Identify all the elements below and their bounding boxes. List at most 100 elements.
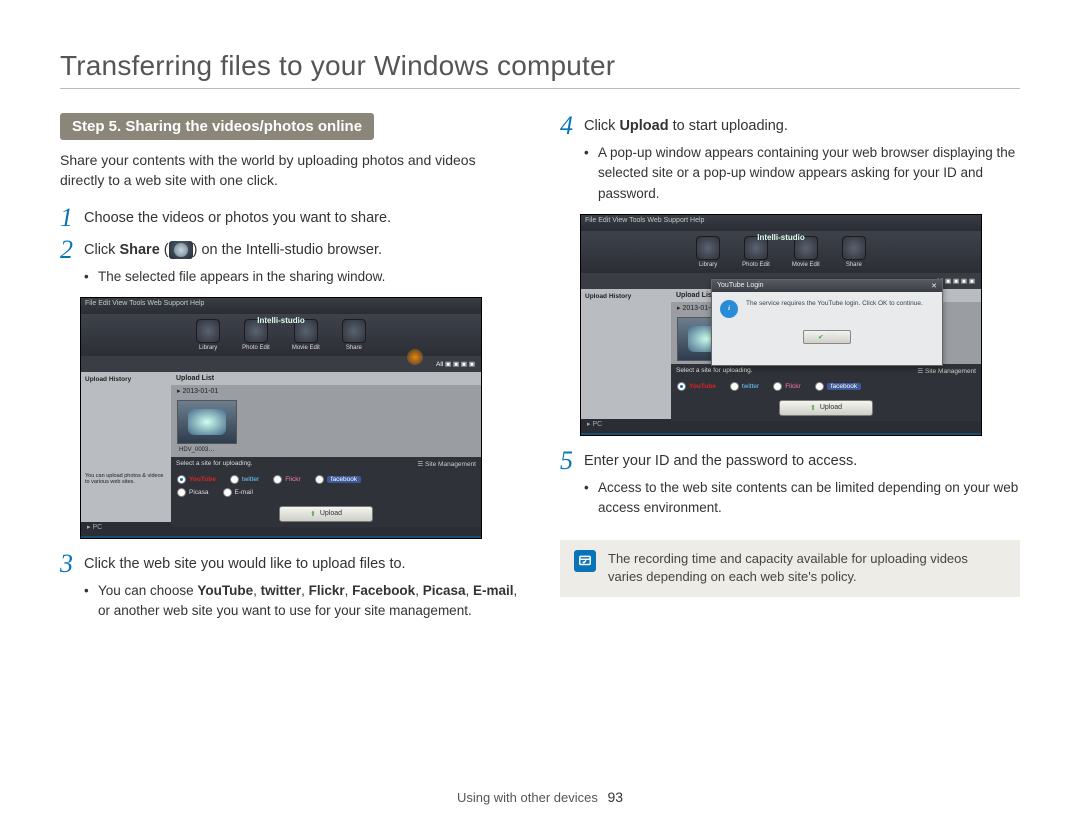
ss-left-pane: Upload History You can upload photos & v… bbox=[81, 372, 171, 522]
step-5: 5 Enter your ID and the password to acce… bbox=[560, 448, 1020, 474]
bullet-text: A pop-up window appears containing your … bbox=[598, 143, 1020, 204]
ss-bottom-tabs: ▣ Thumbnail ▶ Slide Show bbox=[581, 433, 981, 436]
bullet: Access to the web site contents can be l… bbox=[584, 478, 1020, 519]
bullet-text: Access to the web site contents can be l… bbox=[598, 478, 1020, 519]
screenshot-sharing-window: File Edit View Tools Web Support Help In… bbox=[80, 297, 482, 539]
ss-thumb-label: HDV_0003… bbox=[171, 447, 481, 457]
close-icon: ✕ bbox=[931, 282, 937, 290]
step-text: Click Upload to start uploading. bbox=[584, 113, 1020, 139]
ss-tool-share: Share bbox=[842, 236, 866, 268]
ss-tool-library: Library bbox=[196, 319, 220, 351]
note-box: The recording time and capacity availabl… bbox=[560, 540, 1020, 596]
section-heading: Step 5. Sharing the videos/photos online bbox=[60, 113, 374, 140]
step-4: 4 Click Upload to start uploading. bbox=[560, 113, 1020, 139]
text-fragment: ( bbox=[160, 242, 169, 258]
ss-app-title: Intelli-studio bbox=[257, 316, 305, 325]
info-icon: i bbox=[720, 300, 738, 318]
ss-menu-bar: File Edit View Tools Web Support Help bbox=[581, 215, 981, 231]
text-fragment: ) on the Intelli-studio browser. bbox=[193, 242, 382, 258]
upload-arrow-icon: ⬆ bbox=[310, 510, 316, 518]
ss-site-mgmt: ☰ Site Management bbox=[417, 460, 476, 468]
ss-site-email: E-mail bbox=[223, 488, 253, 497]
ss-left-hint: You can upload photos & videosto various… bbox=[85, 473, 167, 486]
ss-site-flickr: Flickr bbox=[273, 475, 301, 484]
ss-site-mgmt: ☰ Site Management bbox=[917, 367, 976, 375]
ss-main-pane: Upload List ▸ 2013-01-01 HDV_0003… Selec… bbox=[171, 372, 481, 522]
two-column-layout: Step 5. Sharing the videos/photos online… bbox=[60, 107, 1020, 631]
ss-site-prompt: Select a site for uploading. bbox=[676, 367, 753, 374]
ss-site-prompt-row: Select a site for uploading. ☰ Site Mana… bbox=[671, 364, 981, 378]
step-number: 5 bbox=[560, 448, 584, 474]
note-icon bbox=[574, 550, 596, 572]
ss-toolbar: Intelli-studio Library Photo Edit Movie … bbox=[581, 231, 981, 273]
ss-site-flickr: Flickr bbox=[773, 382, 801, 391]
ss-popup-title-text: YouTube Login bbox=[717, 282, 764, 290]
ss-site-youtube: YouTube bbox=[177, 475, 216, 484]
ss-left-pane-title: Upload History bbox=[585, 293, 667, 300]
ss-popup-ok-button: ✔OK bbox=[803, 330, 851, 344]
bullet-text: The selected file appears in the sharing… bbox=[98, 267, 385, 287]
step-2: 2 Click Share ( ) on the Intelli-studio b… bbox=[60, 237, 520, 263]
ss-tool-library: Library bbox=[696, 236, 720, 268]
ss-site-list: YouTube twitter Flickr facebook bbox=[171, 471, 481, 488]
page-footer: Using with other devices 93 bbox=[0, 789, 1080, 805]
ss-upload-button: ⬆Upload bbox=[779, 400, 873, 416]
globe-share-icon bbox=[842, 236, 866, 260]
ss-body: Upload History You can upload photos & v… bbox=[81, 372, 481, 522]
left-column: Step 5. Sharing the videos/photos online… bbox=[60, 107, 520, 631]
step-text: Enter your ID and the password to access… bbox=[584, 448, 1020, 474]
upload-arrow-icon: ⬆ bbox=[810, 404, 816, 412]
step-1: 1 Choose the videos or photos you want t… bbox=[60, 205, 520, 231]
manual-page: Transferring files to your Windows compu… bbox=[0, 0, 1080, 825]
ss-pc-row: ▸ PC bbox=[581, 419, 981, 433]
ss-toolbar: Intelli-studio Library Photo Edit Movie … bbox=[81, 314, 481, 356]
footer-section-label: Using with other devices bbox=[457, 790, 598, 805]
step-2-sub: The selected file appears in the sharing… bbox=[84, 267, 520, 287]
library-icon bbox=[696, 236, 720, 260]
ss-site-twitter: twitter bbox=[730, 382, 759, 391]
screenshot-login-popup: File Edit View Tools Web Support Help In… bbox=[580, 214, 982, 436]
ss-date-group: ▸ 2013-01-01 bbox=[171, 385, 481, 397]
share-label: Share bbox=[119, 242, 159, 258]
ss-left-pane-title: Upload History bbox=[85, 376, 167, 383]
ss-upload-row: ⬆Upload bbox=[171, 501, 481, 527]
ss-tool-share: Share bbox=[342, 319, 366, 351]
ss-app-title: Intelli-studio bbox=[757, 233, 805, 242]
ss-site-prompt: Select a site for uploading. bbox=[176, 460, 253, 467]
globe-share-icon bbox=[342, 319, 366, 343]
bullet: The selected file appears in the sharing… bbox=[84, 267, 520, 287]
ss-bottom-tabs: ▣ Thumbnail ▶ Slide Show bbox=[81, 536, 481, 539]
ss-popup-body: i The service requires the YouTube login… bbox=[712, 292, 942, 326]
step-text: Choose the videos or photos you want to … bbox=[84, 205, 520, 231]
ss-menu-bar: File Edit View Tools Web Support Help bbox=[81, 298, 481, 314]
page-title: Transferring files to your Windows compu… bbox=[60, 50, 1020, 82]
ss-upload-button: ⬆Upload bbox=[279, 506, 373, 522]
step-text: Click Share ( ) on the Intelli-studio bro… bbox=[84, 237, 520, 263]
bullet: A pop-up window appears containing your … bbox=[584, 143, 1020, 204]
note-text: The recording time and capacity availabl… bbox=[608, 550, 1006, 586]
bullet: You can choose YouTube, twitter, Flickr,… bbox=[84, 581, 520, 622]
ss-site-picasa: Picasa bbox=[177, 488, 209, 497]
ss-site-twitter: twitter bbox=[230, 475, 259, 484]
right-column: 4 Click Upload to start uploading. A pop… bbox=[560, 107, 1020, 631]
ss-site-list-2: Picasa E-mail bbox=[171, 488, 481, 501]
step-number: 4 bbox=[560, 113, 584, 139]
step-text: Click the web site you would like to upl… bbox=[84, 551, 520, 577]
ss-filter-all: All ▣ ▣ ▣ ▣ bbox=[436, 360, 475, 368]
step-4-sub: A pop-up window appears containing your … bbox=[584, 143, 1020, 204]
page-number: 93 bbox=[607, 789, 623, 805]
ss-left-pane: Upload History bbox=[581, 289, 671, 419]
ss-site-youtube: YouTube bbox=[677, 382, 716, 391]
ss-popup-titlebar: YouTube Login ✕ bbox=[712, 280, 942, 292]
bullet-text: You can choose YouTube, twitter, Flickr,… bbox=[98, 581, 520, 622]
step-number: 2 bbox=[60, 237, 84, 263]
text-fragment: Click bbox=[84, 242, 119, 258]
ss-login-popup: YouTube Login ✕ i The service requires t… bbox=[711, 279, 943, 366]
step-number: 3 bbox=[60, 551, 84, 577]
ss-site-facebook: facebook bbox=[815, 382, 861, 391]
ss-site-prompt-row: Select a site for uploading. ☰ Site Mana… bbox=[171, 457, 481, 471]
ss-upload-list-head: Upload List bbox=[171, 372, 481, 385]
ss-upload-row: ⬆Upload bbox=[671, 395, 981, 421]
ss-site-facebook: facebook bbox=[315, 475, 361, 484]
step-5-sub: Access to the web site contents can be l… bbox=[584, 478, 1020, 519]
